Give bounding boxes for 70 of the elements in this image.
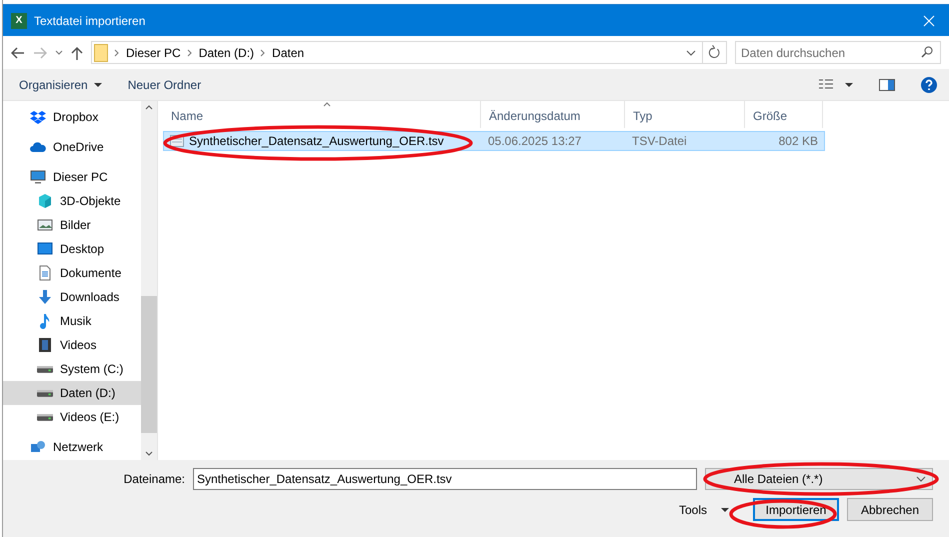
folder-icon <box>94 44 108 62</box>
close-icon <box>923 14 935 26</box>
scrollbar-thumb[interactable] <box>141 296 157 433</box>
file-size: 802 KB <box>778 134 819 148</box>
chevron-icon <box>260 48 266 56</box>
filename-field[interactable]: Synthetischer_Datensatz_Auswertung_OER.tsv <box>193 468 697 490</box>
new-folder-button[interactable]: Neuer Ordner <box>128 78 202 92</box>
column-header[interactable]: Typ <box>625 101 745 128</box>
cube-icon <box>37 193 53 209</box>
cancel-button[interactable]: Abbrechen <box>847 498 933 521</box>
document-icon <box>37 265 53 281</box>
organize-button[interactable]: Organisieren <box>19 78 102 92</box>
sidebar-item[interactable]: Netzwerk <box>3 435 141 459</box>
sort-caret-icon <box>323 102 331 107</box>
caret-icon <box>721 508 729 512</box>
help-button[interactable] <box>921 76 937 92</box>
sidebar-item[interactable]: Videos <box>3 333 141 357</box>
sidebar-item[interactable]: Desktop <box>3 237 141 261</box>
sidebar-item[interactable]: Dropbox <box>3 105 141 129</box>
file-type-dropdown[interactable]: Alle Dateien (*.*) <box>705 468 933 490</box>
dropdown-icon[interactable] <box>686 50 696 56</box>
sidebar-item[interactable]: Downloads <box>3 285 141 309</box>
sidebar-item[interactable]: Videos (E:) <box>3 405 141 429</box>
column-header[interactable]: Größe <box>745 101 823 128</box>
dropbox-icon <box>30 109 46 125</box>
column-header[interactable]: Änderungsdatum <box>481 101 625 128</box>
breadcrumb[interactable]: Dieser PC <box>126 46 181 60</box>
chevron-icon <box>114 48 120 56</box>
file-name: Synthetischer_Datensatz_Auswertung_OER.tsv <box>189 134 444 148</box>
sidebar-item[interactable]: Daten (D:) <box>3 381 141 405</box>
drive-icon <box>37 414 53 420</box>
caret-icon <box>94 82 102 86</box>
breadcrumb[interactable]: Daten <box>272 46 304 60</box>
film-icon <box>37 337 53 353</box>
drive-icon <box>37 366 53 372</box>
window-title: Textdatei importieren <box>34 14 146 28</box>
up-button[interactable] <box>71 46 83 60</box>
drive-icon <box>37 390 53 396</box>
sidebar-item[interactable]: Dieser PC <box>3 165 141 189</box>
filename-label: Dateiname: <box>124 472 185 486</box>
column-header[interactable]: Name <box>163 101 481 128</box>
sidebar-item[interactable]: System (C:) <box>3 357 141 381</box>
back-button[interactable] <box>11 46 25 58</box>
view-options-button[interactable] <box>819 78 853 90</box>
search-icon <box>921 46 933 58</box>
picture-icon <box>37 217 53 233</box>
sidebar-item[interactable]: Musik <box>3 309 141 333</box>
scrollbar[interactable] <box>141 101 157 460</box>
file-row[interactable]: Synthetischer_Datensatz_Auswertung_OER.tsv 05.06.2025 13:27 TSV-Datei 802 KB <box>163 131 825 151</box>
scroll-up-icon <box>145 105 153 110</box>
file-type: TSV-Datei <box>631 134 688 148</box>
download-arrow-icon <box>37 289 53 305</box>
breadcrumb[interactable]: Daten (D:) <box>198 46 254 60</box>
sidebar-item[interactable]: Bilder <box>3 213 141 237</box>
history-button[interactable] <box>55 50 63 56</box>
preview-pane-button[interactable] <box>879 78 895 90</box>
sidebar-item[interactable]: Dokumente <box>3 261 141 285</box>
chevron-icon <box>186 48 193 56</box>
app-icon: X <box>11 12 27 28</box>
search-field[interactable]: Daten durchsuchen <box>735 41 941 64</box>
address-bar[interactable]: Dieser PC Daten (D:) Daten <box>91 41 727 64</box>
file-date: 05.06.2025 13:27 <box>487 134 582 148</box>
sidebar-item[interactable]: 3D-Objekte <box>3 189 141 213</box>
tools-button[interactable]: Tools <box>672 502 735 518</box>
network-icon <box>30 439 46 455</box>
monitor-icon <box>30 169 46 185</box>
scroll-down-icon <box>145 451 153 456</box>
sidebar-item[interactable]: OneDrive <box>3 135 141 159</box>
caret-icon <box>916 476 926 482</box>
desktop-icon <box>37 241 53 257</box>
